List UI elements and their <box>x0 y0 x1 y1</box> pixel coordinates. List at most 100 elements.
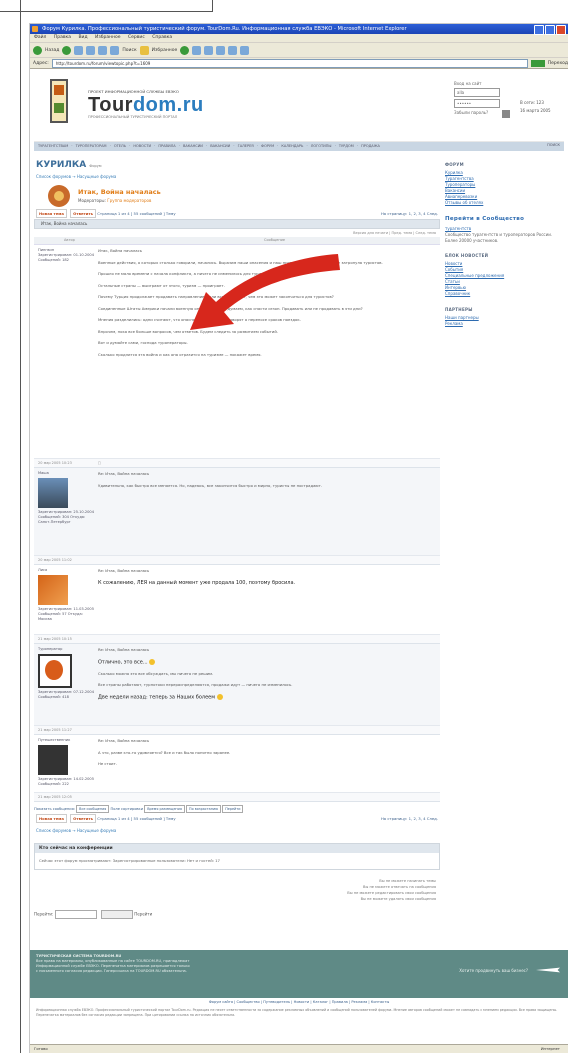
footer-promo[interactable]: Хотите продвинуть ваш бизнес? <box>459 968 528 973</box>
forward-icon[interactable] <box>62 45 72 55</box>
moderators-label: Модераторы: <box>78 198 106 203</box>
menu-file[interactable]: Файл <box>34 35 46 40</box>
post-footer: 21 мар 2005 12:05 <box>34 792 440 801</box>
post-author-name[interactable]: Маша <box>38 471 94 476</box>
go-arrow-icon[interactable] <box>530 59 545 67</box>
menu-favorites[interactable]: Избранное <box>95 35 121 40</box>
post-author-meta: Зарегистрирован: 25.10.2004 Сообщений: 3… <box>38 510 94 524</box>
topic-title[interactable]: Итак, Война началась <box>78 188 161 196</box>
home-icon[interactable] <box>98 45 108 55</box>
print-icon[interactable] <box>216 45 226 55</box>
current-date: 16 марта 2005 <box>520 108 551 113</box>
pager-links[interactable]: На страницу: 1, 2, 3, 4 След. <box>381 814 438 824</box>
view-options[interactable]: Версия для печати | Пред. тема | След. т… <box>34 229 440 237</box>
maximize-button[interactable] <box>545 25 555 35</box>
sidebar-community-heading: Перейти в Сообщество <box>445 216 563 223</box>
jump-go-label[interactable]: Перейти <box>134 912 152 917</box>
site-header: ПРОЕКТ ИНФОРМАЦИОННОЙ СЛУЖБЫ ЕВЭКО Tourd… <box>34 69 564 142</box>
media-icon[interactable] <box>180 45 190 55</box>
search-icon[interactable] <box>110 45 120 55</box>
sort-go-button[interactable]: Перейти <box>222 805 244 813</box>
sidebar-link[interactable]: Реклама <box>445 321 563 327</box>
jump-select[interactable] <box>54 910 97 919</box>
sort-label: Показать сообщения: <box>34 807 75 811</box>
site-brand[interactable]: Tourdom.ru <box>88 94 204 117</box>
menu-tools[interactable]: Сервис <box>128 35 145 40</box>
favorites-label[interactable]: Избранное <box>152 48 178 53</box>
mail-icon[interactable] <box>204 45 214 55</box>
edit-icon[interactable] <box>228 45 238 55</box>
sidebar-link[interactable]: Отзывы об отелях <box>445 200 563 206</box>
menu-bar: Файл Правка Вид Избранное Сервис Справка <box>30 34 568 43</box>
post-footer: 20 мар 2005 10:23 ▢ <box>34 458 440 467</box>
close-button[interactable] <box>556 25 566 35</box>
post-body: Re: Итак, Война началась Отлично, это вс… <box>98 647 436 706</box>
username-input[interactable]: alla <box>454 88 500 97</box>
window-titlebar: Форум Курилка. Профессиональный туристич… <box>30 24 568 35</box>
post-paragraph: Отлично, это все... <box>98 658 436 666</box>
menu-edit[interactable]: Правка <box>54 35 71 40</box>
post-date: 20 мар 2005 11:02 <box>38 558 72 562</box>
back-icon[interactable] <box>33 45 42 55</box>
post-paragraph: Сколько продлится эта война и как она от… <box>98 351 262 357</box>
window-title: Форум Курилка. Профессиональный туристич… <box>42 26 407 32</box>
right-sidebar: ФОРУМ Курилка Турагентства Туроператоры … <box>445 152 563 327</box>
post-subject: Re: Итак, Война началась <box>98 738 150 743</box>
password-input[interactable]: •••••• <box>454 99 500 108</box>
smiley-icon <box>149 658 156 665</box>
post-author-name[interactable]: Лиса <box>38 568 94 573</box>
sidebar-partners-heading: ПАРТНЕРЫ <box>445 307 473 312</box>
post-date: 21 мар 2005 12:05 <box>38 795 72 799</box>
browser-toolbar: Назад Поиск Избранное <box>30 43 568 58</box>
post-footer: 21 мар 2005 10:15 <box>34 634 440 643</box>
breadcrumb[interactable]: Список форумов → Насущные форума <box>36 174 440 179</box>
favorites-icon[interactable] <box>139 45 149 55</box>
quote-button[interactable]: ▢ <box>98 461 101 465</box>
post-paragraph: Не стоит. <box>98 761 117 766</box>
sort-order-select[interactable]: По возрастанию <box>186 805 222 813</box>
footer-links[interactable]: Форум сайта | Сообщество | Путеводитель … <box>30 1000 568 1004</box>
sidebar-forums-heading: ФОРУМ <box>445 162 464 167</box>
minimize-button[interactable] <box>534 25 544 35</box>
history-icon[interactable] <box>192 45 202 55</box>
menu-view[interactable]: Вид <box>78 35 87 40</box>
jump-go-button[interactable] <box>100 910 133 919</box>
post-paragraph: Две недели назад: теперь за Наших болеем <box>98 693 436 701</box>
post-author-meta: Зарегистрирован: 14.02.2005 Сообщений: 2… <box>38 777 94 786</box>
sort-field-select[interactable]: Время размещения <box>144 805 185 813</box>
refresh-icon[interactable] <box>86 45 96 55</box>
post-author-name[interactable]: Туроператор <box>38 647 94 652</box>
stop-icon[interactable] <box>74 45 84 55</box>
reply-button[interactable]: Ответить <box>70 209 97 218</box>
sort-bar: Показать сообщения: Все сообщения Поле с… <box>34 804 440 814</box>
login-button[interactable] <box>502 110 510 118</box>
reply-button[interactable]: Ответить <box>70 814 97 823</box>
who-online-text: Сейчас этот форум просматривают: Зарегис… <box>39 858 220 863</box>
community-title: Перейти в Сообщество <box>445 216 525 222</box>
moderators-link[interactable]: Группа модераторов <box>107 198 151 203</box>
user-avatar <box>38 478 68 508</box>
site-nav[interactable]: ТУРАГЕНТСТВАМ · ТУРОПЕРАТОРАМ · ОТЕЛЬ · … <box>34 142 564 151</box>
messenger-icon[interactable] <box>240 45 250 55</box>
window-controls <box>534 25 566 35</box>
post-subject: Re: Итак, Война началась <box>98 471 150 476</box>
menu-help[interactable]: Справка <box>152 35 172 40</box>
nav-search-link[interactable]: ПОИСК <box>547 143 560 147</box>
pager-info: Страница 1 из 4 [ 55 сообщений ] Тему <box>97 211 176 216</box>
go-label[interactable]: Переход <box>548 61 568 66</box>
tourdom-logo-icon[interactable] <box>50 79 68 123</box>
ie-app-icon <box>32 26 38 32</box>
address-input[interactable]: http://tourdom.ru/forum/viewtopic.php?t=… <box>51 58 528 68</box>
post-author-name[interactable]: Путешественник <box>38 738 94 743</box>
posts-filter-select[interactable]: Все сообщения <box>76 805 110 813</box>
search-label[interactable]: Поиск <box>122 48 136 53</box>
new-topic-button[interactable]: Новая тема <box>36 814 67 823</box>
permission-line: Вы не можете удалять свои сообщения <box>360 897 436 901</box>
login-label: Вход на сайт <box>454 81 482 86</box>
back-label[interactable]: Назад <box>45 48 59 53</box>
new-topic-button[interactable]: Новая тема <box>36 209 67 218</box>
pager-links[interactable]: На страницу: 1, 2, 3, 4 След. <box>381 209 438 219</box>
sidebar-link[interactable]: Справочник <box>445 291 563 297</box>
footer-legal: Информационная служба ЕВЭКО. Профессиона… <box>36 1008 558 1017</box>
breadcrumb[interactable]: Список форумов → Насущные форума <box>36 828 440 833</box>
